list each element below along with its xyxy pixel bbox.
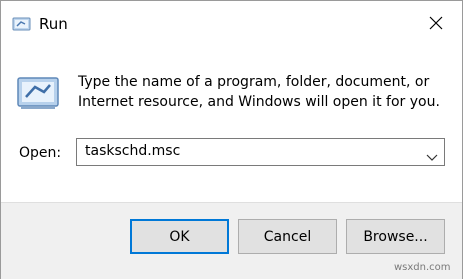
close-button[interactable] (419, 7, 453, 39)
open-label: Open: (19, 145, 62, 161)
window-title: Run (39, 15, 68, 33)
button-bar: OK Cancel Browse... (1, 202, 462, 279)
cancel-button[interactable]: Cancel (238, 219, 337, 254)
ok-button[interactable]: OK (130, 219, 229, 254)
dropdown-button[interactable] (426, 147, 438, 166)
run-dialog: Run Type the name of a program, folder, … (0, 0, 463, 279)
instruction-text: Type the name of a program, folder, docu… (78, 74, 440, 110)
open-combobox[interactable]: taskschd.msc (76, 138, 445, 166)
chevron-down-icon (426, 154, 438, 161)
close-icon (429, 16, 443, 30)
watermark: wsxdn.com (394, 262, 451, 273)
dialog-body: Type the name of a program, folder, docu… (1, 45, 462, 202)
run-icon (12, 15, 32, 33)
open-input-value[interactable]: taskschd.msc (85, 143, 180, 159)
run-large-icon (15, 72, 63, 112)
title-bar[interactable]: Run (1, 1, 462, 45)
browse-button[interactable]: Browse... (346, 219, 445, 254)
